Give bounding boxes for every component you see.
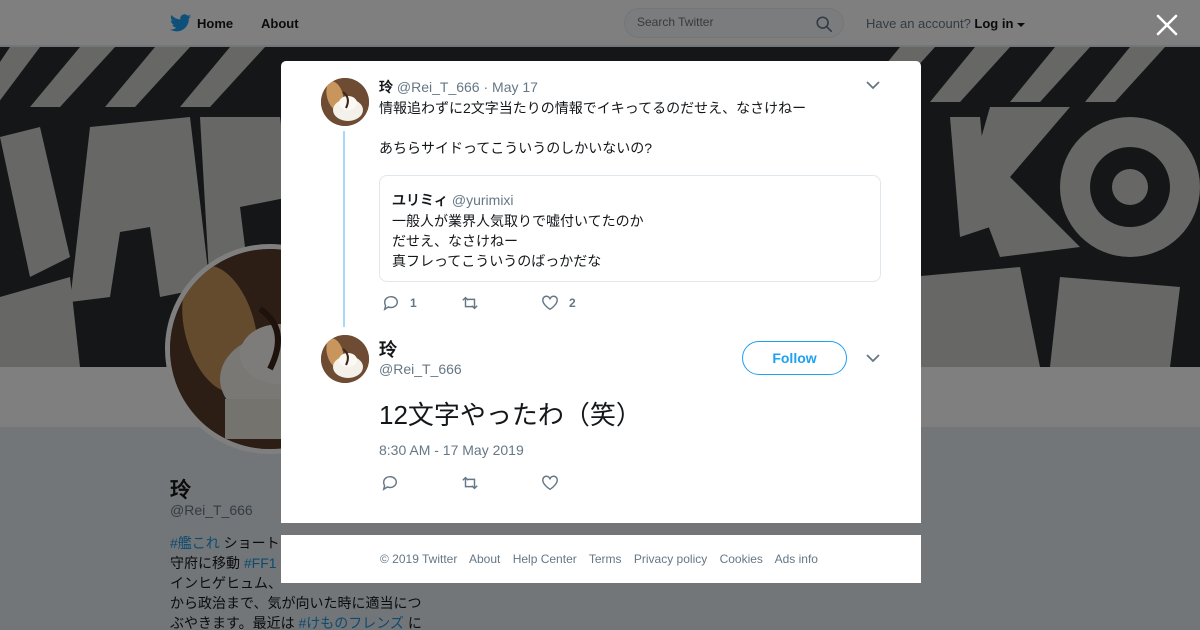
close-icon[interactable]: [1154, 12, 1180, 38]
quoted-tweet-text: 一般人が業界人気取りで嘘付いてたのか: [392, 213, 644, 229]
tweet-permalink-modal: [281, 61, 921, 523]
quoted-author-handle: @yurimixi: [451, 192, 514, 208]
footer-terms-link[interactable]: Terms: [589, 552, 622, 566]
author-name[interactable]: 玲: [379, 336, 397, 362]
quoted-author-name: ユリミィ: [392, 192, 448, 208]
author-handle[interactable]: @Rei_T_666: [397, 79, 480, 95]
author-name[interactable]: 玲: [379, 79, 393, 95]
quoted-tweet-header: ユリミィ @yurimixi: [392, 190, 514, 210]
tweet-date[interactable]: May 17: [492, 79, 538, 95]
tweet-text: あちらサイドってこういうのしかいないの?: [379, 140, 653, 156]
thread-connector-line: [343, 131, 345, 327]
chevron-down-icon[interactable]: [866, 80, 880, 90]
footer-cookies-link[interactable]: Cookies: [720, 552, 763, 566]
avatar[interactable]: [321, 78, 369, 126]
reply-button[interactable]: 1: [382, 294, 417, 312]
ice-cream-avatar-image: [321, 78, 369, 126]
reply-count: 1: [410, 296, 417, 310]
footer-privacy-link[interactable]: Privacy policy: [634, 552, 707, 566]
chevron-down-icon[interactable]: [866, 353, 880, 363]
main-tweet-text: 12文字やったわ（笑）: [379, 400, 642, 430]
quoted-tweet[interactable]: ユリミィ @yurimixi 一般人が業界人気取りで嘘付いてたのか だせえ、なさ…: [379, 175, 881, 282]
meta-separator: ·: [483, 79, 489, 95]
like-button[interactable]: 2: [541, 294, 576, 312]
retweet-icon: [462, 296, 478, 310]
footer-ads-link[interactable]: Ads info: [775, 552, 818, 566]
tweet-text: 情報追わずに2文字当たりの情報でイキってるのだせえ、なさけねー: [379, 100, 807, 116]
quoted-tweet-text: 真フレってこういうのばっかだな: [392, 253, 602, 269]
follow-button[interactable]: Follow: [742, 341, 847, 375]
like-count: 2: [569, 296, 576, 310]
reply-icon: [383, 295, 398, 311]
retweet-icon[interactable]: [461, 474, 479, 492]
footer: © 2019 Twitter About Help Center Terms P…: [281, 535, 921, 583]
footer-help-link[interactable]: Help Center: [513, 552, 577, 566]
heart-icon[interactable]: [541, 474, 559, 492]
reply-icon[interactable]: [381, 474, 399, 492]
retweet-button[interactable]: [461, 294, 489, 312]
author-handle[interactable]: @Rei_T_666: [379, 361, 462, 377]
ice-cream-avatar-image: [321, 335, 369, 383]
quoted-tweet-text: だせえ、なさけねー: [392, 233, 518, 249]
footer-copyright: © 2019 Twitter: [380, 552, 458, 566]
footer-links: © 2019 Twitter About Help Center Terms P…: [380, 552, 827, 566]
tweet-timestamp[interactable]: 8:30 AM - 17 May 2019: [379, 442, 524, 458]
avatar[interactable]: [321, 335, 369, 383]
tweet-header: 玲 @Rei_T_666 · May 17: [379, 77, 538, 97]
footer-about-link[interactable]: About: [469, 552, 500, 566]
heart-icon: [542, 295, 558, 311]
